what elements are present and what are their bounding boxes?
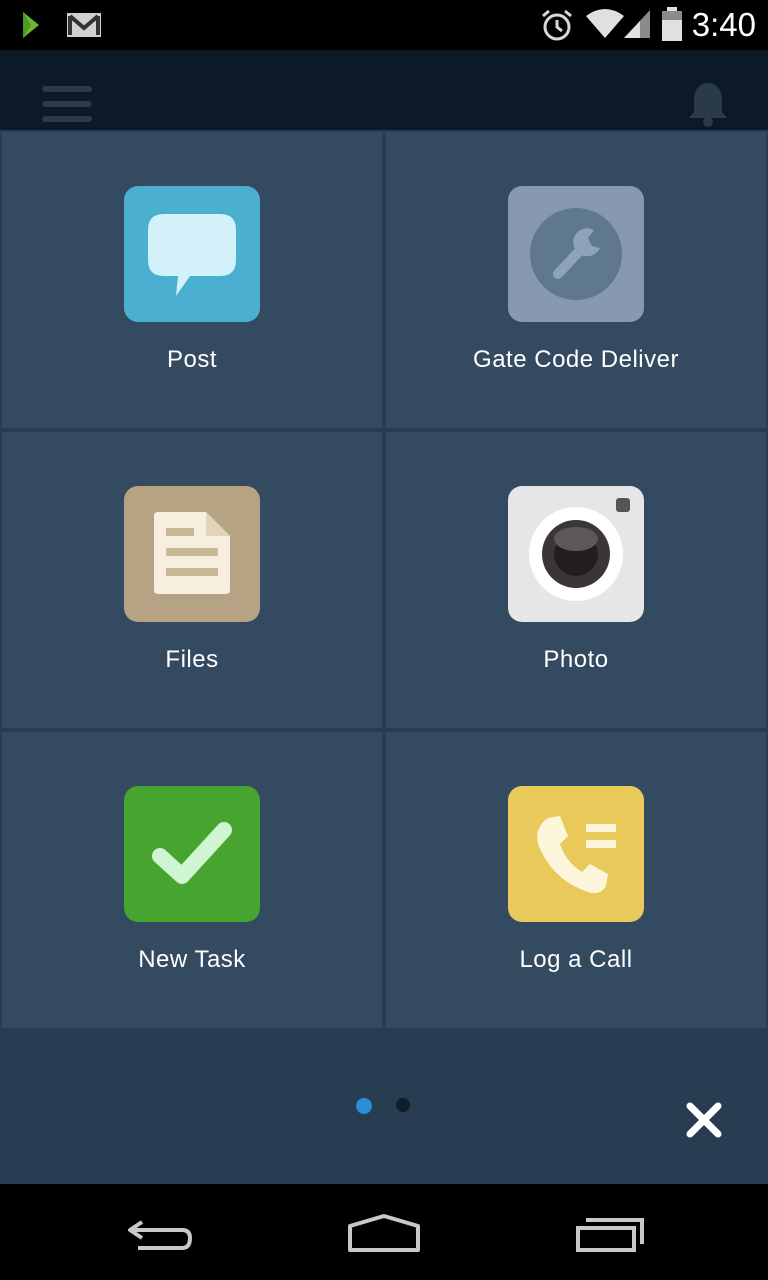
bell-icon[interactable] [686, 80, 730, 128]
gate-code-icon-tile [508, 186, 644, 322]
action-label: New Task [138, 946, 246, 973]
post-icon-tile [124, 186, 260, 322]
action-gate-code-deliver[interactable]: Gate Code Deliver [386, 132, 766, 428]
action-label: Photo [543, 646, 609, 673]
alarm-icon [542, 9, 572, 41]
battery-icon [662, 7, 682, 41]
cell-signal-icon [624, 10, 650, 38]
home-icon[interactable] [346, 1212, 422, 1254]
action-photo[interactable]: Photo [386, 432, 766, 728]
status-time: 3:40 [691, 6, 756, 43]
footer [0, 1030, 768, 1184]
back-icon[interactable] [124, 1214, 196, 1254]
files-icon-tile [124, 486, 260, 622]
hamburger-menu-icon[interactable] [40, 84, 94, 124]
wifi-icon [586, 9, 624, 38]
action-label: Post [166, 346, 218, 373]
photo-icon-tile [508, 486, 644, 622]
page-indicator-1[interactable] [356, 1098, 372, 1114]
action-post[interactable]: Post [2, 132, 382, 428]
action-files[interactable]: Files [2, 432, 382, 728]
action-grid: Post Gate Code Deliver Files Photo New T… [0, 130, 768, 1030]
recent-apps-icon[interactable] [574, 1214, 648, 1254]
close-icon[interactable] [684, 1100, 724, 1140]
checkmark-icon [152, 822, 232, 884]
status-bar: 3:40 [0, 0, 768, 50]
action-label: Files [165, 646, 219, 673]
action-label: Log a Call [519, 946, 633, 973]
action-label: Gate Code Deliver [473, 346, 679, 373]
action-new-task[interactable]: New Task [2, 732, 382, 1028]
page-indicator-2[interactable] [396, 1098, 410, 1112]
phone-icon [537, 816, 616, 894]
camera-icon [529, 498, 630, 601]
speech-bubble-icon [148, 214, 236, 296]
action-log-a-call[interactable]: Log a Call [386, 732, 766, 1028]
app-header [0, 50, 768, 130]
play-store-icon [23, 12, 39, 38]
wrench-icon [530, 208, 622, 300]
gmail-icon [67, 13, 101, 37]
document-icon [154, 512, 230, 594]
log-call-icon-tile [508, 786, 644, 922]
new-task-icon-tile [124, 786, 260, 922]
system-nav-bar [0, 1184, 768, 1280]
